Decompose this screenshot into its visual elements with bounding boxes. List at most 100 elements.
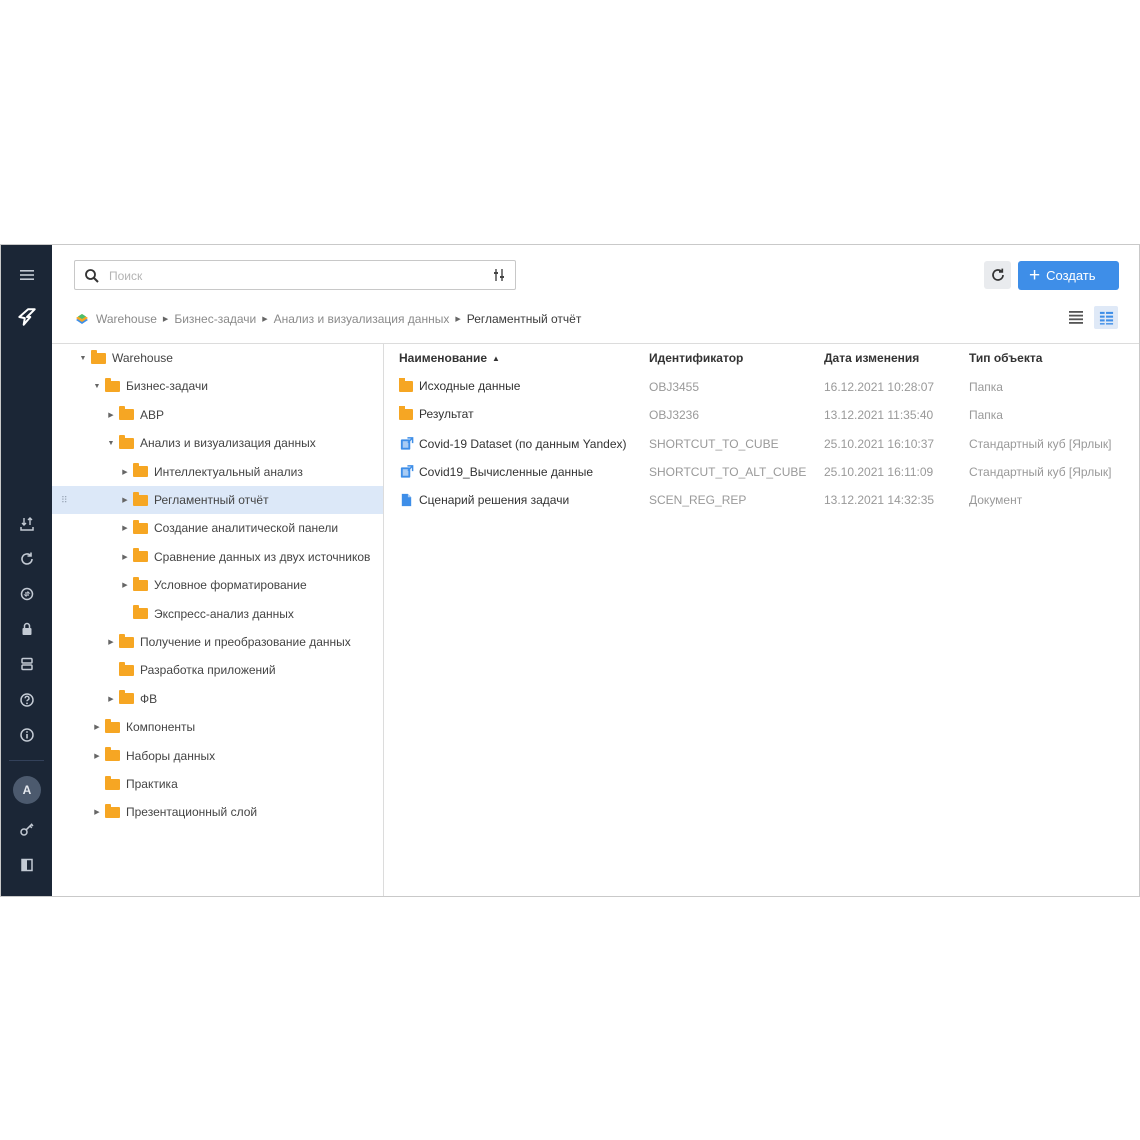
sync-icon[interactable]: [14, 581, 40, 607]
search-input[interactable]: [109, 267, 479, 285]
tree-item-label: Анализ и визуализация данных: [140, 436, 316, 451]
tree-item[interactable]: ▶ Условное форматирование: [52, 571, 383, 599]
collapsed-caret-icon[interactable]: ▶: [120, 468, 130, 476]
tree-item[interactable]: Практика: [52, 770, 383, 798]
folder-icon: [119, 406, 134, 421]
panel-toggle-icon[interactable]: [14, 852, 40, 878]
tree-item[interactable]: ▶ Интеллектуальный анализ: [52, 458, 383, 486]
repository-logo-icon: [76, 314, 88, 324]
folder-icon: [105, 377, 120, 392]
folder-icon: [105, 803, 120, 818]
breadcrumb-item[interactable]: Бизнес-задачи: [174, 312, 256, 326]
expanded-caret-icon[interactable]: ▼: [92, 383, 102, 390]
breadcrumb-item[interactable]: Warehouse: [96, 312, 157, 326]
create-button[interactable]: + Создать: [1018, 261, 1119, 290]
avatar[interactable]: A: [13, 776, 41, 804]
collapsed-caret-icon[interactable]: ▶: [120, 553, 130, 561]
breadcrumb-item[interactable]: Анализ и визуализация данных: [274, 312, 450, 326]
cell-date: 25.10.2021 16:11:09: [824, 464, 934, 479]
collapsed-caret-icon[interactable]: ▶: [92, 752, 102, 760]
tree-item-label: Компоненты: [126, 720, 196, 735]
tree-item-label: Регламентный отчёт: [154, 493, 269, 507]
tree-item[interactable]: ▼ Warehouse: [52, 344, 383, 372]
help-icon[interactable]: [14, 687, 40, 713]
column-header-name[interactable]: Наименование ▲: [399, 351, 500, 365]
column-header-id[interactable]: Идентификатор: [649, 351, 743, 365]
folder-icon: [399, 405, 413, 420]
cell-name-text: Результат: [419, 407, 474, 422]
tree-item[interactable]: Разработка приложений: [52, 656, 383, 684]
tree-item[interactable]: ▶ Наборы данных: [52, 742, 383, 770]
cell-name: Covid-19 Dataset (по данным Yandex): [399, 436, 627, 452]
collapsed-caret-icon[interactable]: ▶: [106, 695, 116, 703]
tree-item[interactable]: ▶ АВР: [52, 401, 383, 429]
cell-name-text: Covid-19 Dataset (по данным Yandex): [419, 436, 627, 451]
column-header-type[interactable]: Тип объекта: [969, 351, 1042, 365]
collapsed-caret-icon[interactable]: ▶: [120, 496, 130, 504]
table-row[interactable]: Исходные данные OBJ3455 16.12.2021 10:28:0…: [384, 373, 1139, 401]
cube-shortcut-icon: [399, 464, 419, 480]
cell-name-text: Сценарий решения задачи: [419, 493, 570, 508]
cell-id: OBJ3455: [649, 380, 700, 394]
cell-date: 16.12.2021 10:28:07: [824, 380, 935, 394]
tree-item[interactable]: ▶ Получение и преобразование данных: [52, 628, 383, 656]
tree-item[interactable]: Экспресс-анализ данных: [52, 600, 383, 628]
info-icon[interactable]: [14, 722, 40, 748]
tree-item[interactable]: ▶ Создание аналитической панели: [52, 514, 383, 542]
app-logo-icon[interactable]: [14, 304, 40, 330]
lock-icon[interactable]: [14, 616, 40, 642]
cell-type: Папка: [969, 380, 1003, 394]
folder-icon: [119, 434, 134, 449]
collapsed-caret-icon[interactable]: ▶: [106, 638, 116, 646]
table-row[interactable]: Результат OBJ3236 13.12.2021 11:35:40 Папка: [384, 401, 1139, 429]
refresh-button[interactable]: [984, 261, 1011, 289]
import-icon[interactable]: [14, 511, 40, 537]
folder-icon: [133, 576, 148, 591]
tree-item[interactable]: ▶ Компоненты: [52, 713, 383, 741]
tree-item[interactable]: ⠿ ▶ Регламентный отчёт: [52, 486, 383, 514]
table-row[interactable]: Covid19_Вычисленные данные SHORTCUT_TO_AL…: [384, 458, 1139, 486]
tree-item-label: Разработка приложений: [140, 663, 276, 678]
table-view-button[interactable]: [1094, 306, 1118, 329]
tree-item[interactable]: ▶ Презентационный слой: [52, 798, 383, 826]
collapsed-caret-icon[interactable]: ▶: [92, 808, 102, 816]
expanded-caret-icon[interactable]: ▼: [106, 440, 116, 447]
tree-item-label: Получение и преобразование данных: [140, 635, 351, 649]
cell-id: SHORTCUT_TO_CUBE: [649, 436, 779, 451]
column-header-date[interactable]: Дата изменения: [824, 351, 919, 365]
tree-item[interactable]: ▶ ФВ: [52, 685, 383, 713]
folder-icon: [119, 633, 134, 648]
database-icon[interactable]: [14, 651, 40, 677]
tree-item[interactable]: ▶ Сравнение данных из двух источников: [52, 543, 383, 571]
key-icon[interactable]: [14, 816, 40, 842]
create-button-label: Создать: [1046, 268, 1096, 283]
tree-item-label: Экспресс-анализ данных: [154, 606, 294, 621]
folder-icon: [399, 377, 413, 392]
cell-id: SCEN_REG_REP: [649, 493, 747, 508]
list-view-icon[interactable]: [1067, 308, 1085, 326]
menu-icon[interactable]: [14, 262, 40, 288]
tree-item-label: Сравнение данных из двух источников: [154, 549, 371, 564]
expanded-caret-icon[interactable]: ▼: [78, 355, 88, 362]
refresh-cycle-icon[interactable]: [14, 546, 40, 572]
collapsed-caret-icon[interactable]: ▶: [120, 581, 130, 589]
cell-type: Стандартный куб [Ярлык]: [969, 464, 1112, 479]
tree-item[interactable]: ▼ Бизнес-задачи: [52, 372, 383, 400]
collapsed-caret-icon[interactable]: ▶: [106, 411, 116, 419]
tree-item-label: Warehouse: [112, 351, 173, 365]
tree-item-label: АВР: [140, 407, 165, 422]
drag-handle-icon[interactable]: ⠿: [61, 495, 69, 505]
filter-settings-icon[interactable]: [491, 267, 507, 283]
table-row[interactable]: Сценарий решения задачи SCEN_REG_REP 13.12…: [384, 486, 1139, 514]
folder-icon: [133, 463, 148, 478]
tree-item[interactable]: ▼ Анализ и визуализация данных: [52, 429, 383, 457]
folder-icon: [119, 690, 134, 705]
collapsed-caret-icon[interactable]: ▶: [92, 723, 102, 731]
table-view-icon: [1099, 311, 1113, 325]
collapsed-caret-icon[interactable]: ▶: [120, 524, 130, 532]
search-box: [74, 260, 516, 290]
cell-type: Папка: [969, 408, 1003, 423]
folder-icon: [133, 548, 148, 563]
table-row[interactable]: Covid-19 Dataset (по данным Yandex) SHORT…: [384, 430, 1139, 458]
folder-icon: [105, 718, 120, 733]
